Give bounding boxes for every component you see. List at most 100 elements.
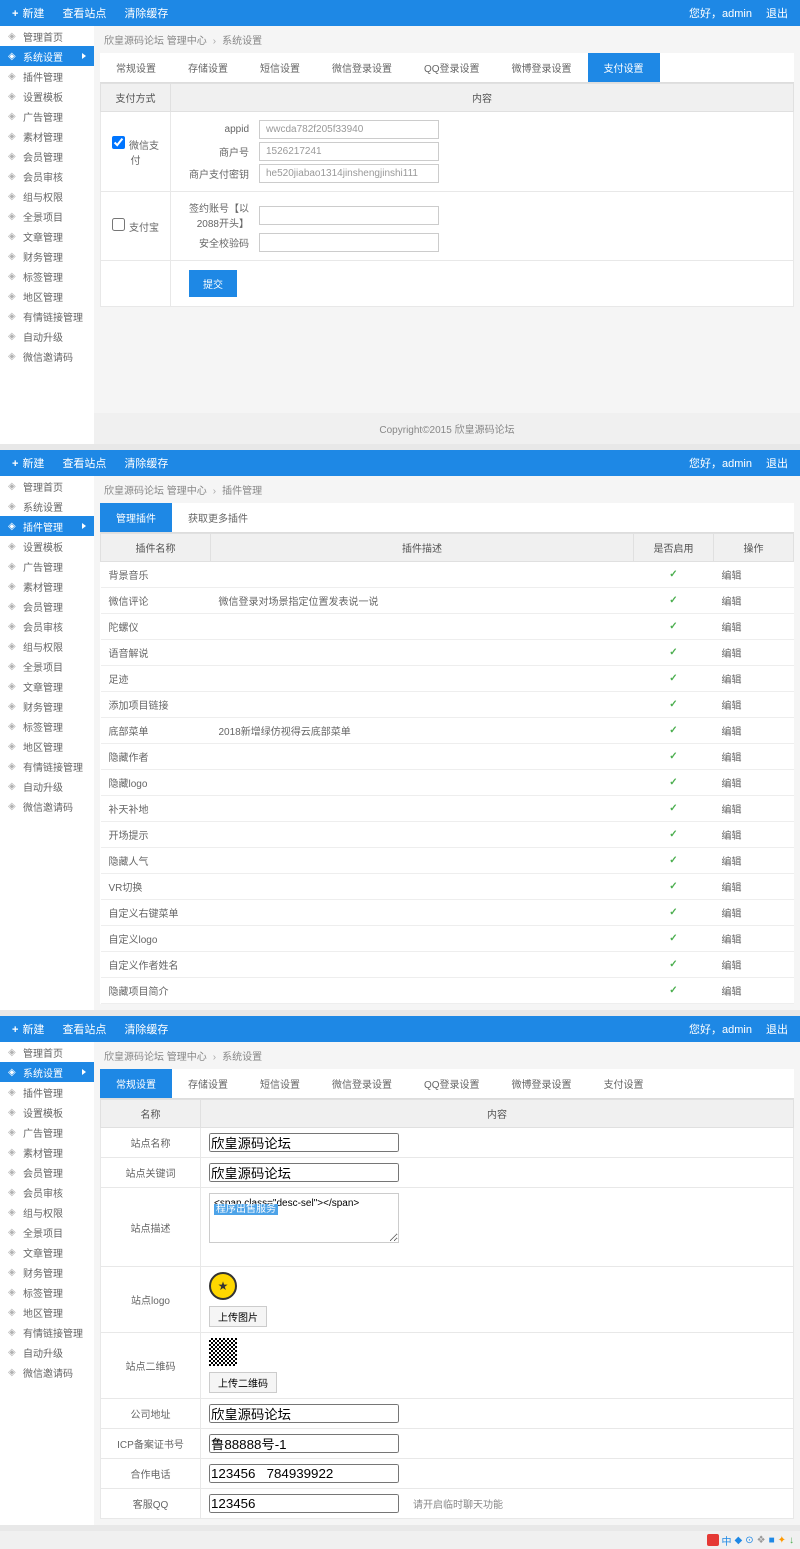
- edit-link[interactable]: 编辑: [722, 727, 742, 738]
- edit-link[interactable]: 编辑: [722, 753, 742, 764]
- edit-link[interactable]: 编辑: [722, 909, 742, 920]
- tab-1[interactable]: 存储设置: [172, 1069, 244, 1098]
- sidebar-item-home[interactable]: ◈管理首页: [0, 476, 94, 496]
- sidebar-item-group[interactable]: ◈组与权限: [0, 636, 94, 656]
- sidebar-item-member[interactable]: ◈会员管理: [0, 1162, 94, 1182]
- submit-button[interactable]: 提交: [189, 270, 237, 297]
- sidebar-item-link[interactable]: ◈有情链接管理: [0, 756, 94, 776]
- tab-6[interactable]: 支付设置: [588, 1069, 660, 1098]
- sidebar-item-ad[interactable]: ◈广告管理: [0, 1122, 94, 1142]
- icp-input[interactable]: [209, 1434, 399, 1453]
- key-input[interactable]: [259, 164, 439, 183]
- edit-link[interactable]: 编辑: [722, 935, 742, 946]
- sidebar-item-region[interactable]: ◈地区管理: [0, 736, 94, 756]
- sidebar-item-plugin[interactable]: ◈插件管理: [0, 1082, 94, 1102]
- new-button[interactable]: +新建: [12, 1021, 44, 1037]
- sidebar-item-material[interactable]: ◈素材管理: [0, 1142, 94, 1162]
- edit-link[interactable]: 编辑: [722, 623, 742, 634]
- tab-3[interactable]: 微信登录设置: [316, 53, 408, 82]
- edit-link[interactable]: 编辑: [722, 597, 742, 608]
- sidebar-item-invite[interactable]: ◈微信邀请码: [0, 346, 94, 366]
- qq-input[interactable]: [209, 1494, 399, 1513]
- sidebar-item-template[interactable]: ◈设置模板: [0, 86, 94, 106]
- tab-4[interactable]: QQ登录设置: [408, 53, 496, 82]
- merchant-input[interactable]: [259, 142, 439, 161]
- upload-qr-button[interactable]: 上传二维码: [209, 1372, 277, 1393]
- edit-link[interactable]: 编辑: [722, 701, 742, 712]
- sidebar-item-invite[interactable]: ◈微信邀请码: [0, 1362, 94, 1382]
- sitename-input[interactable]: [209, 1133, 399, 1152]
- tel-input[interactable]: [209, 1464, 399, 1483]
- sidebar-item-audit[interactable]: ◈会员审核: [0, 166, 94, 186]
- clear-cache-button[interactable]: 清除缓存: [124, 1021, 168, 1037]
- tab-4[interactable]: QQ登录设置: [408, 1069, 496, 1098]
- sidebar-item-member[interactable]: ◈会员管理: [0, 146, 94, 166]
- logout-button[interactable]: 退出: [766, 1021, 788, 1037]
- sidebar-item-article[interactable]: ◈文章管理: [0, 226, 94, 246]
- sidebar-item-ad[interactable]: ◈广告管理: [0, 106, 94, 126]
- tray-icon[interactable]: ↓: [789, 1535, 794, 1546]
- edit-link[interactable]: 编辑: [722, 857, 742, 868]
- sidebar-item-article[interactable]: ◈文章管理: [0, 676, 94, 696]
- view-site-button[interactable]: 查看站点: [62, 5, 106, 21]
- sidebar-item-template[interactable]: ◈设置模板: [0, 1102, 94, 1122]
- tab-2[interactable]: 短信设置: [244, 53, 316, 82]
- edit-link[interactable]: 编辑: [722, 779, 742, 790]
- sidebar-item-upgrade[interactable]: ◈自动升级: [0, 776, 94, 796]
- sidebar-item-finance[interactable]: ◈财务管理: [0, 696, 94, 716]
- sidebar-item-invite[interactable]: ◈微信邀请码: [0, 796, 94, 816]
- edit-link[interactable]: 编辑: [722, 675, 742, 686]
- sidebar-item-tag[interactable]: ◈标签管理: [0, 266, 94, 286]
- sidebar-item-member[interactable]: ◈会员管理: [0, 596, 94, 616]
- sidebar-item-home[interactable]: ◈管理首页: [0, 26, 94, 46]
- logout-button[interactable]: 退出: [766, 455, 788, 471]
- tray-ime-icon[interactable]: 中: [722, 1533, 732, 1548]
- tab-1[interactable]: 存储设置: [172, 53, 244, 82]
- sidebar-item-tag[interactable]: ◈标签管理: [0, 716, 94, 736]
- tab-6[interactable]: 支付设置: [588, 53, 660, 82]
- tab-2[interactable]: 短信设置: [244, 1069, 316, 1098]
- appid-input[interactable]: [259, 120, 439, 139]
- tray-icon[interactable]: ⊙: [745, 1535, 753, 1546]
- sidebar-item-upgrade[interactable]: ◈自动升级: [0, 326, 94, 346]
- tray-icon[interactable]: ◆: [735, 1535, 743, 1546]
- tab-0[interactable]: 管理插件: [100, 503, 172, 532]
- tray-icon[interactable]: ❖: [757, 1535, 766, 1546]
- sidebar-item-gear[interactable]: ◈系统设置: [0, 1062, 94, 1082]
- sidebar-item-plugin[interactable]: ◈插件管理: [0, 516, 94, 536]
- sidebar-item-article[interactable]: ◈文章管理: [0, 1242, 94, 1262]
- edit-link[interactable]: 编辑: [722, 805, 742, 816]
- edit-link[interactable]: 编辑: [722, 831, 742, 842]
- tab-0[interactable]: 常规设置: [100, 53, 172, 82]
- tab-3[interactable]: 微信登录设置: [316, 1069, 408, 1098]
- sidebar-item-gear[interactable]: ◈系统设置: [0, 46, 94, 66]
- partner-input[interactable]: [259, 206, 439, 225]
- sidebar-item-material[interactable]: ◈素材管理: [0, 576, 94, 596]
- tray-icon[interactable]: ✦: [778, 1535, 786, 1546]
- sidebar-item-material[interactable]: ◈素材管理: [0, 126, 94, 146]
- upload-logo-button[interactable]: 上传图片: [209, 1306, 267, 1327]
- sidebar-item-upgrade[interactable]: ◈自动升级: [0, 1342, 94, 1362]
- edit-link[interactable]: 编辑: [722, 961, 742, 972]
- clear-cache-button[interactable]: 清除缓存: [124, 5, 168, 21]
- logout-button[interactable]: 退出: [766, 5, 788, 21]
- sidebar-item-link[interactable]: ◈有情链接管理: [0, 1322, 94, 1342]
- sidebar-item-region[interactable]: ◈地区管理: [0, 286, 94, 306]
- sidebar-item-pano[interactable]: ◈全景项目: [0, 656, 94, 676]
- clear-cache-button[interactable]: 清除缓存: [124, 455, 168, 471]
- address-input[interactable]: [209, 1404, 399, 1423]
- tab-5[interactable]: 微博登录设置: [496, 1069, 588, 1098]
- sidebar-item-pano[interactable]: ◈全景项目: [0, 1222, 94, 1242]
- edit-link[interactable]: 编辑: [722, 987, 742, 998]
- new-button[interactable]: +新建: [12, 5, 44, 21]
- edit-link[interactable]: 编辑: [722, 649, 742, 660]
- sidebar-item-tag[interactable]: ◈标签管理: [0, 1282, 94, 1302]
- sidebar-item-group[interactable]: ◈组与权限: [0, 1202, 94, 1222]
- sidebar-item-finance[interactable]: ◈财务管理: [0, 1262, 94, 1282]
- tray-icon[interactable]: [707, 1534, 719, 1546]
- sidebar-item-region[interactable]: ◈地区管理: [0, 1302, 94, 1322]
- sidebar-item-audit[interactable]: ◈会员审核: [0, 616, 94, 636]
- sidebar-item-audit[interactable]: ◈会员审核: [0, 1182, 94, 1202]
- sidebar-item-link[interactable]: ◈有情链接管理: [0, 306, 94, 326]
- view-site-button[interactable]: 查看站点: [62, 1021, 106, 1037]
